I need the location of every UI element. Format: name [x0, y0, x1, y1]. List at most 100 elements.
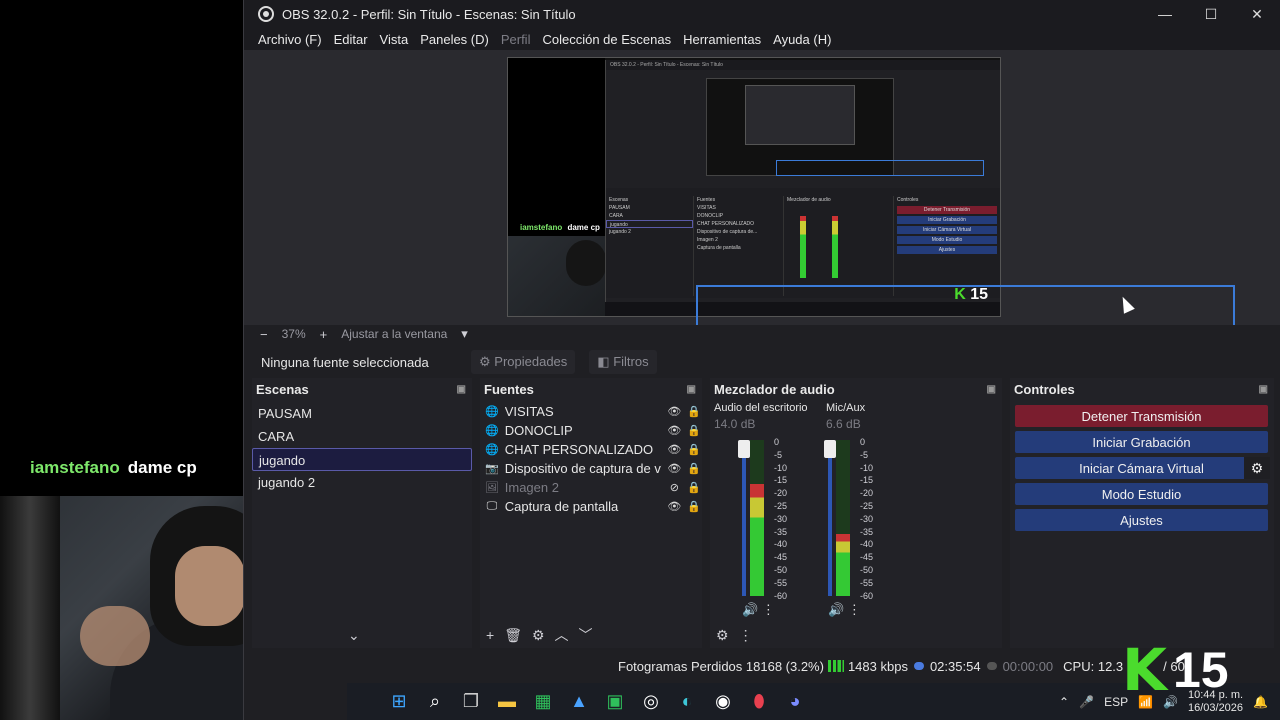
minimize-button[interactable]: — — [1142, 0, 1188, 28]
pin-app-icon[interactable]: ⬮ — [741, 683, 777, 720]
properties-button[interactable]: ⚙ Propiedades — [471, 350, 576, 374]
zoom-out-button[interactable]: − — [260, 327, 268, 342]
search-icon[interactable]: ⌕ — [417, 683, 453, 720]
meter-fill — [750, 483, 764, 596]
more-icon[interactable]: ⋮ — [848, 602, 861, 617]
menu-tools[interactable]: Herramientas — [683, 32, 767, 47]
steam-icon[interactable]: ◎ — [633, 683, 669, 720]
eye-icon[interactable]: 👁 — [666, 500, 682, 513]
source-item[interactable]: 🌐 DONOCLIP 👁 🔒 — [480, 421, 702, 440]
lock-icon[interactable]: 🔒 — [686, 462, 702, 475]
eye-icon[interactable]: 👁 — [666, 424, 682, 437]
file-explorer-icon[interactable]: ▬ — [489, 683, 525, 720]
source-label: VISITAS — [504, 404, 554, 419]
preview-area[interactable]: iamstefano dame cp OBS 32.0.2 - Perfil: … — [244, 50, 1280, 325]
spreadsheet-app-icon[interactable]: ▦ — [525, 683, 561, 720]
eye-hidden-icon[interactable]: ⊘ — [666, 481, 682, 494]
db-tick-label: -5 — [774, 449, 783, 460]
add-source-button[interactable]: + — [486, 627, 494, 643]
fit-to-window-label[interactable]: Ajustar a la ventana — [341, 327, 447, 341]
fader-knob[interactable] — [738, 440, 750, 458]
menu-docks[interactable]: Paneles (D) — [420, 32, 495, 47]
task-view-icon[interactable]: ❐ — [453, 683, 489, 720]
scene-item-selected[interactable]: jugando — [252, 448, 472, 471]
dock-undock-icon[interactable]: ▣ — [1259, 378, 1268, 402]
studio-mode-button[interactable]: Modo Estudio — [1015, 483, 1268, 505]
filters-button[interactable]: ◧ Filtros — [589, 350, 657, 374]
menu-help[interactable]: Ayuda (H) — [773, 32, 837, 47]
chat-line: iamstefano dame cp — [30, 458, 197, 478]
source-item[interactable]: 🖵 Captura de pantalla 👁 🔒 — [480, 497, 702, 516]
close-button[interactable]: ✕ — [1234, 0, 1280, 28]
speaker-icon[interactable]: 🔊 — [828, 602, 844, 617]
more-icon[interactable]: ⋮ — [762, 602, 775, 617]
record-indicator-icon — [986, 662, 997, 670]
gear-icon[interactable]: ⚙ — [1244, 457, 1270, 479]
menu-scene-collection[interactable]: Colección de Escenas — [542, 32, 677, 47]
volume-fader[interactable] — [738, 440, 750, 596]
lock-icon[interactable]: 🔒 — [686, 500, 702, 513]
chat-username: iamstefano — [30, 458, 120, 477]
nested-scenes: Escenas PAUSAM CARA jugando jugando 2 — [606, 196, 694, 296]
eye-icon[interactable]: 👁 — [666, 443, 682, 456]
channel-db: 6.6 dB — [826, 417, 861, 431]
source-properties-button[interactable]: ⚙ — [532, 627, 545, 644]
scene-item[interactable]: jugando 2 — [252, 471, 472, 494]
source-item[interactable]: 🌐 CHAT PERSONALIZADO 👁 🔒 — [480, 440, 702, 459]
green-app-icon[interactable]: ▣ — [597, 683, 633, 720]
dock-undock-icon[interactable]: ▣ — [687, 378, 696, 402]
edge-browser-icon[interactable]: ◐ — [669, 683, 705, 720]
lock-icon[interactable]: 🔒 — [686, 405, 702, 418]
windows-start-icon[interactable]: ⊞ — [381, 683, 417, 720]
audio-meter — [750, 440, 764, 596]
nested-sources: Fuentes VISITAS DONOCLIP CHAT PERSONALIZ… — [694, 196, 784, 296]
menu-profile[interactable]: Perfil — [501, 32, 537, 47]
gear-icon[interactable]: ⚙ — [716, 627, 729, 644]
db-tick-label: -10 — [774, 462, 788, 473]
stop-streaming-button[interactable]: Detener Transmisión — [1015, 405, 1268, 427]
eye-icon[interactable]: 👁 — [666, 405, 682, 418]
start-virtual-camera-button[interactable]: Iniciar Cámara Virtual ⚙ — [1015, 457, 1270, 479]
lock-icon[interactable]: 🔒 — [686, 443, 702, 456]
lock-icon[interactable]: 🔒 — [686, 481, 702, 494]
more-icon[interactable]: ⋮ — [739, 627, 753, 644]
window-title: OBS 32.0.2 - Perfil: Sin Título - Escena… — [282, 6, 576, 22]
source-selection-box[interactable] — [696, 285, 1235, 325]
source-item[interactable]: 📷 Dispositivo de captura de vídeo 👁 🔒 — [480, 459, 702, 478]
dock-undock-icon[interactable]: ▣ — [457, 378, 466, 402]
scene-item[interactable]: PAUSAM — [252, 402, 472, 425]
scene-item[interactable]: CARA — [252, 425, 472, 448]
source-item[interactable]: 🌐 VISITAS 👁 🔒 — [480, 402, 702, 421]
menu-edit[interactable]: Editar — [334, 32, 374, 47]
speaker-icon[interactable]: 🔊 — [742, 602, 758, 617]
zoom-in-button[interactable]: + — [320, 327, 328, 342]
chevron-down-icon[interactable]: ⌄ — [348, 627, 360, 644]
obs-app-icon[interactable]: ◉ — [705, 683, 741, 720]
photos-app-icon[interactable]: ▲ — [561, 683, 597, 720]
move-down-button[interactable]: ﹀ — [579, 625, 593, 645]
chevron-up-icon[interactable]: ⌃ — [1059, 695, 1069, 709]
scenes-dock: Escenas ▣ PAUSAM CARA jugando jugando 2 ⌄ — [252, 378, 472, 648]
microphone-icon[interactable]: 🎤 — [1079, 695, 1094, 709]
cpu-usage: CPU: 12.3 — [1063, 658, 1124, 674]
fader-knob[interactable] — [824, 440, 836, 458]
db-tick-label: -55 — [860, 577, 874, 588]
menu-view[interactable]: Vista — [380, 32, 415, 47]
discord-icon[interactable]: ◕ — [777, 683, 813, 720]
dock-undock-icon[interactable]: ▣ — [987, 378, 996, 402]
eye-icon[interactable]: 👁 — [666, 462, 682, 475]
lock-icon[interactable]: 🔒 — [686, 424, 702, 437]
maximize-button[interactable]: ☐ — [1188, 0, 1234, 28]
volume-fader[interactable] — [824, 440, 836, 596]
zoom-dropdown-icon[interactable]: ▾ — [461, 326, 468, 342]
start-recording-button[interactable]: Iniciar Grabación — [1015, 431, 1268, 453]
settings-button[interactable]: Ajustes — [1015, 509, 1268, 531]
menu-file[interactable]: Archivo (F) — [258, 32, 328, 47]
nested-chat-line: iamstefano dame cp — [520, 223, 600, 232]
remove-source-button[interactable]: 🗑 — [504, 627, 522, 644]
db-tick-label: -50 — [774, 564, 788, 575]
preview-canvas[interactable]: iamstefano dame cp OBS 32.0.2 - Perfil: … — [507, 57, 1001, 317]
move-up-button[interactable]: ︿ — [555, 625, 569, 645]
source-item[interactable]: 🖼 Imagen 2 ⊘ 🔒 — [480, 478, 702, 497]
meter-fill — [836, 533, 850, 596]
